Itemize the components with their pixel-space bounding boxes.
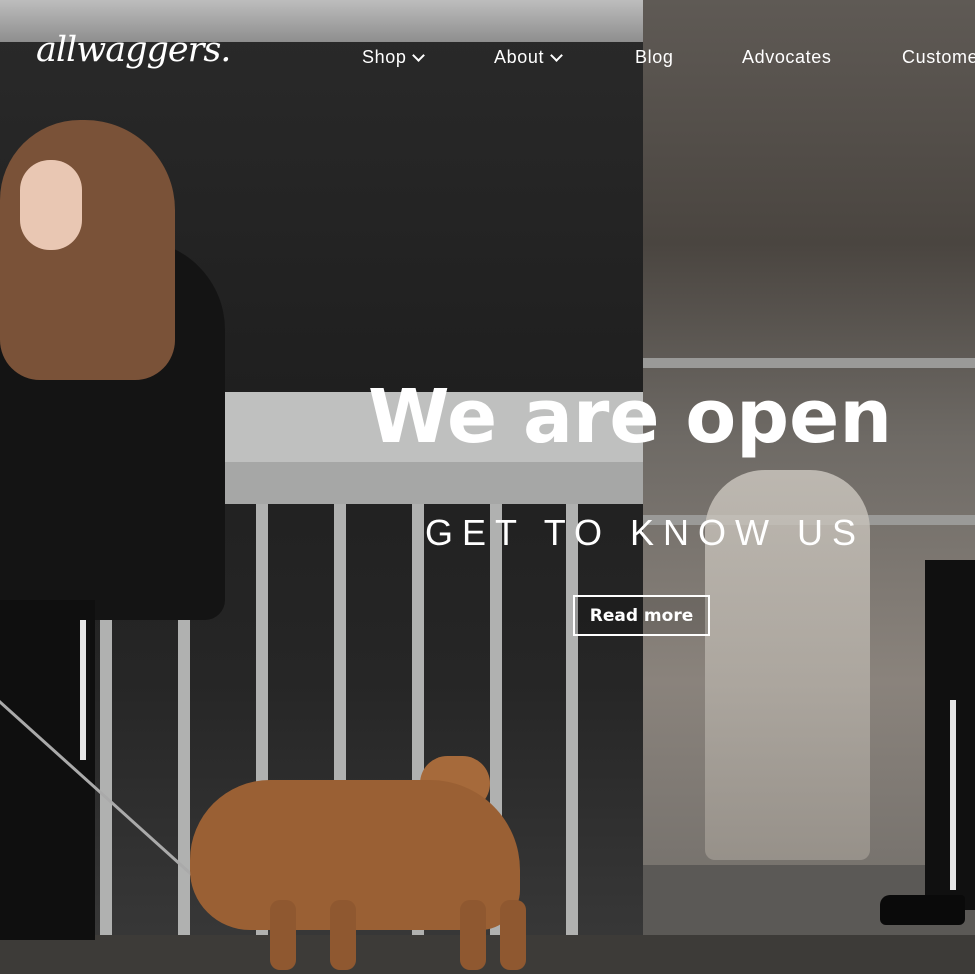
site-header: allwaggers. Shop About Blog Advocates Cu… (0, 0, 975, 118)
nav-item-advocates[interactable]: Advocates (742, 47, 831, 68)
chevron-down-icon (550, 49, 563, 62)
railing-pipe (643, 358, 975, 368)
railing-bar (566, 504, 578, 944)
trouser-stripe (80, 620, 86, 760)
nav-item-label: Customer (902, 47, 975, 67)
hero-section (0, 0, 975, 974)
dog-leg (270, 900, 296, 970)
nav-item-label: Shop (362, 47, 407, 67)
nav-item-label: Blog (635, 47, 674, 67)
nav-item-blog[interactable]: Blog (635, 47, 673, 68)
nav-item-label: Advocates (742, 47, 832, 67)
nav-item-customer[interactable]: Customer (902, 47, 975, 68)
hero-headline: We are open (368, 374, 892, 460)
woman-hair (0, 120, 175, 380)
nav-item-about[interactable]: About (494, 47, 563, 68)
shoe (880, 895, 965, 925)
chevron-down-icon (412, 49, 426, 62)
hero-subheadline: GET TO KNOW US (425, 512, 866, 553)
dog-leg (500, 900, 526, 970)
dog-leg (330, 900, 356, 970)
read-more-button[interactable]: Read more (573, 595, 710, 636)
dog-leg (460, 900, 486, 970)
ground (0, 935, 975, 974)
brand-logo[interactable]: allwaggers. (36, 30, 231, 70)
nav-item-label: About (494, 47, 545, 67)
woman-face (20, 160, 82, 250)
trouser-stripe (950, 700, 956, 890)
nav-item-shop[interactable]: Shop (362, 47, 426, 68)
